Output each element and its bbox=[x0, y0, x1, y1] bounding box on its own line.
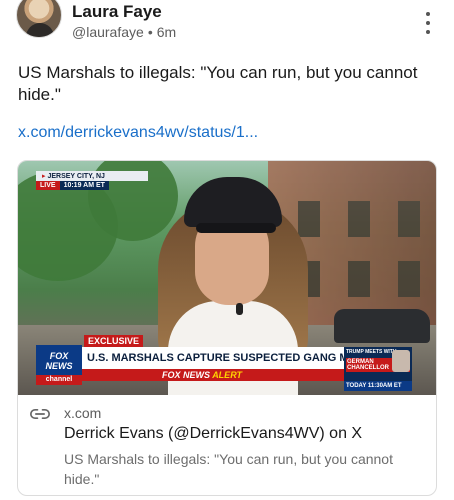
side-photo bbox=[392, 350, 410, 372]
exclusive-label: EXCLUSIVE bbox=[84, 335, 144, 347]
logo-line1: FOX bbox=[49, 351, 69, 361]
alert-bar: FOX NEWS ALERT bbox=[82, 369, 344, 381]
live-label: LIVE bbox=[36, 181, 60, 190]
side-story-box: TRUMP MEETS WITH GERMAN CHANCELLOR bbox=[344, 347, 412, 381]
live-tag: LIVE 10:19 AM ET bbox=[36, 181, 109, 190]
alert-brand: FOX NEWS bbox=[162, 370, 211, 380]
more-vertical-icon[interactable] bbox=[422, 12, 434, 34]
broadcast-headline: U.S. MARSHALS CAPTURE SUSPECTED GANG MEM… bbox=[82, 347, 344, 369]
card-description: US Marshals to illegals: "You can run, b… bbox=[64, 451, 393, 487]
author-handle[interactable]: @laurafaye bbox=[72, 24, 144, 40]
card-meta[interactable]: x.com Derrick Evans (@DerrickEvans4WV) o… bbox=[18, 395, 436, 495]
handle-row: @laurafaye • 6m bbox=[72, 24, 176, 40]
post-text: US Marshals to illegals: "You can run, b… bbox=[18, 63, 418, 104]
microphone-icon bbox=[236, 303, 243, 315]
location-tag: JERSEY CITY, NJ bbox=[36, 171, 148, 181]
post-timestamp[interactable]: 6m bbox=[157, 24, 176, 40]
side-time: TODAY 11:30AM ET bbox=[344, 381, 412, 391]
logo-line2: NEWS bbox=[45, 361, 73, 371]
live-time: 10:19 AM ET bbox=[59, 181, 109, 190]
logo-line3: channel bbox=[36, 375, 82, 385]
side-top: TRUMP MEETS WITH bbox=[346, 349, 397, 355]
post-link[interactable]: x.com/derrickevans4wv/status/1... bbox=[18, 124, 258, 142]
preview-image[interactable]: JERSEY CITY, NJ LIVE 10:19 AM ET EXCLUSI… bbox=[18, 161, 436, 395]
card-domain: x.com bbox=[64, 405, 102, 421]
channel-logo: FOX NEWS channel bbox=[36, 345, 82, 385]
author-name[interactable]: Laura Faye bbox=[72, 2, 162, 22]
avatar[interactable] bbox=[16, 0, 62, 38]
alert-word: ALERT bbox=[212, 370, 243, 380]
card-title[interactable]: Derrick Evans (@DerrickEvans4WV) on X bbox=[64, 425, 362, 443]
car-shape bbox=[334, 309, 430, 343]
link-preview-card[interactable]: JERSEY CITY, NJ LIVE 10:19 AM ET EXCLUSI… bbox=[17, 160, 437, 496]
link-icon bbox=[30, 409, 50, 419]
separator-dot: • bbox=[147, 24, 153, 40]
